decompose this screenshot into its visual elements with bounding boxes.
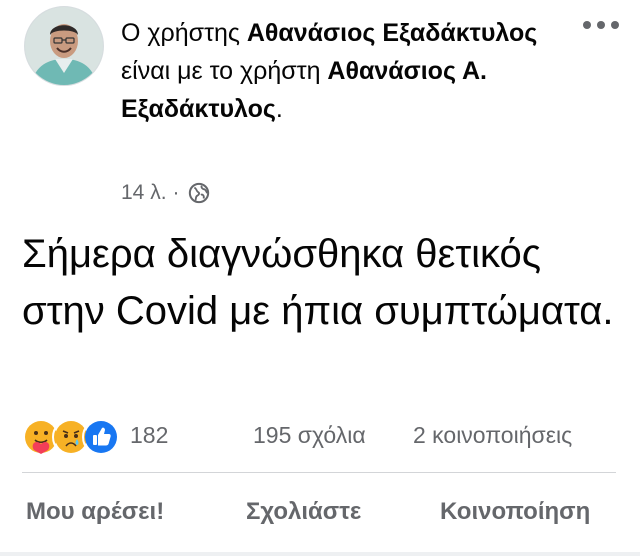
attribution-prefix: Ο χρήστης (121, 19, 247, 47)
reaction-icons[interactable] (22, 418, 120, 456)
author-name[interactable]: Αθανάσιος Εξαδάκτυλος (247, 19, 537, 47)
more-dot (597, 21, 605, 29)
bottom-divider (0, 552, 640, 556)
share-button[interactable]: Κοινοποίηση (440, 498, 590, 526)
post-attribution: Ο χρήστης Αθανάσιος Εξαδάκτυλος είναι με… (121, 14, 551, 128)
more-dot (611, 21, 619, 29)
globe-icon[interactable] (188, 182, 210, 204)
like-button[interactable]: Μου αρέσει! (26, 498, 164, 526)
shares-count[interactable]: 2 κοινοποιήσεις (413, 422, 572, 449)
attribution-suffix: . (275, 95, 283, 123)
post-body-text: Σήμερα διαγνώσθηκα θετικός στην Covid με… (22, 232, 614, 333)
post-stats: 182 195 σχόλια 2 κοινοποιήσεις (0, 412, 640, 456)
comment-button[interactable]: Σχολιάστε (246, 498, 361, 526)
meta-separator: · (172, 181, 180, 204)
divider (22, 472, 616, 473)
more-options-icon[interactable] (583, 18, 619, 32)
reaction-count[interactable]: 182 (130, 422, 168, 449)
more-dot (583, 21, 591, 29)
post-timestamp[interactable]: 14 λ. (121, 181, 167, 205)
post-meta: 14 λ. · (121, 178, 210, 208)
post-header: Ο χρήστης Αθανάσιος Εξαδάκτυλος είναι με… (0, 0, 640, 215)
like-icon (82, 418, 120, 456)
avatar-photo (25, 7, 103, 85)
author-avatar[interactable] (24, 6, 104, 86)
attribution-middle: είναι με το χρήστη (121, 57, 328, 85)
action-bar: Μου αρέσει! Σχολιάστε Κοινοποίηση (0, 494, 640, 534)
comments-count[interactable]: 195 σχόλια (253, 422, 366, 449)
